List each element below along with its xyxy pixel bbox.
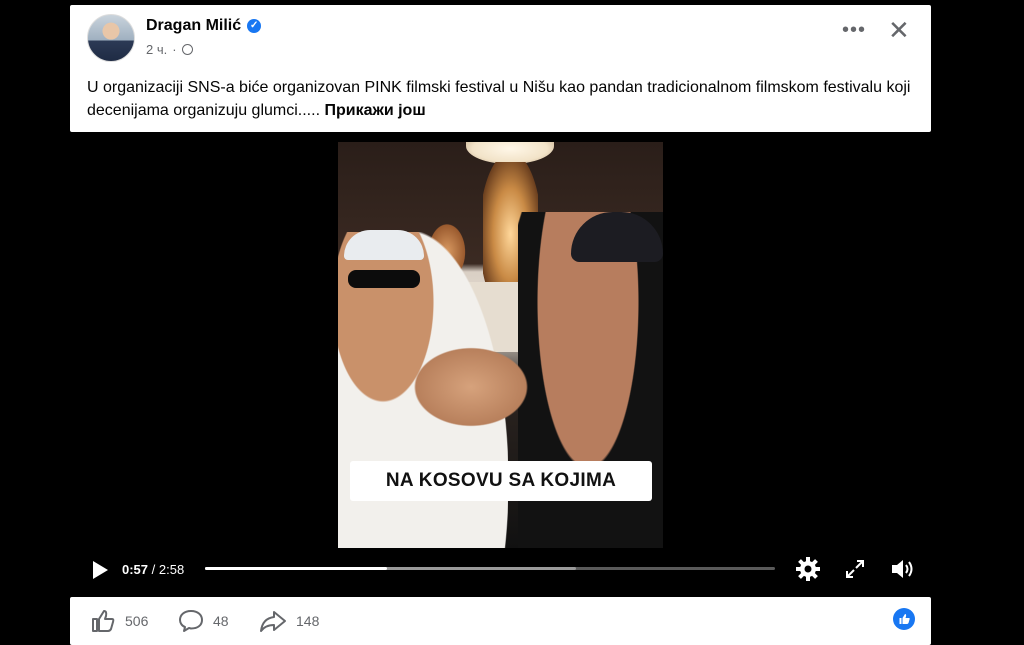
like-count: 506 [125, 613, 149, 629]
like-reaction-badge[interactable] [893, 608, 915, 630]
person-left-sunglasses [348, 270, 420, 288]
post-text: U organizaciji SNS-a biće organizovan PI… [87, 76, 917, 122]
progress-played [205, 567, 388, 570]
like-button[interactable]: 506 [90, 609, 148, 633]
play-icon[interactable] [91, 560, 109, 580]
author-row: Dragan Milić ✓ [146, 17, 262, 35]
post-meta: 2 ч. · [146, 42, 193, 57]
handshake [406, 342, 536, 432]
duration: 2:58 [158, 562, 185, 577]
author-name[interactable]: Dragan Milić [146, 17, 241, 35]
post-time[interactable]: 2 ч. [146, 42, 167, 57]
settings-icon[interactable] [795, 556, 821, 582]
comment-icon [179, 610, 203, 632]
post-body: U organizaciji SNS-a biće organizovan PI… [87, 79, 911, 119]
fullscreen-icon[interactable] [844, 558, 866, 580]
lamp-shade [466, 142, 554, 164]
share-icon [260, 611, 286, 632]
video-controls: 0:57 / 2:58 [70, 550, 931, 590]
post-footer: 506 48 148 [70, 597, 931, 645]
like-icon [92, 610, 115, 632]
person-left-cap [344, 230, 424, 260]
volume-icon[interactable] [890, 557, 916, 581]
comment-button[interactable]: 48 [178, 609, 229, 633]
progress-bar[interactable] [205, 567, 775, 570]
share-button[interactable]: 148 [259, 609, 319, 633]
close-icon[interactable]: ✕ [888, 17, 910, 43]
verified-badge-icon: ✓ [247, 19, 262, 33]
meta-dot: · [172, 42, 177, 57]
comment-count: 48 [213, 613, 229, 629]
time-separator: / [148, 562, 159, 577]
like-badge-icon [899, 614, 910, 624]
current-time: 0:57 [122, 562, 149, 577]
share-count: 148 [296, 613, 320, 629]
video-caption: NA KOSOVU SA KOJIMA [350, 461, 652, 501]
time-display: 0:57 / 2:58 [122, 562, 184, 577]
more-options-icon[interactable]: ••• [842, 19, 866, 42]
author-avatar[interactable] [87, 14, 135, 62]
video-frame[interactable]: NA KOSOVU SA KOJIMA [338, 142, 663, 548]
see-more-link[interactable]: Прикажи још [324, 102, 425, 119]
post-header: Dragan Milić ✓ 2 ч. · ••• ✕ U organizaci… [70, 5, 931, 132]
globe-icon [181, 44, 193, 55]
